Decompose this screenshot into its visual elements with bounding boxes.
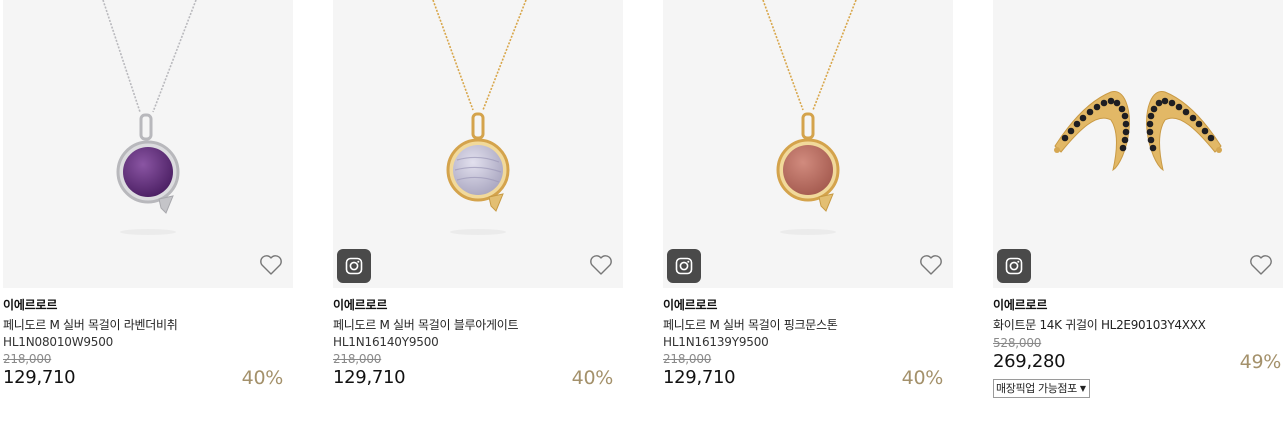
product-image[interactable]	[993, 0, 1283, 288]
product-image[interactable]	[663, 0, 953, 288]
product-name[interactable]: 페니도르 M 실버 목걸이 라벤더비취	[3, 317, 293, 333]
instagram-badge[interactable]	[997, 249, 1031, 283]
discount-rate: 49%	[1239, 351, 1282, 373]
discount-rate: 40%	[571, 367, 614, 389]
product-card[interactable]: 이에르로르 페니도르 M 실버 목걸이 라벤더비취 HL1N08010W9500…	[3, 0, 293, 389]
discount-rate: 40%	[241, 367, 284, 389]
product-name[interactable]: 페니도르 M 실버 목걸이 핑크문스톤	[663, 317, 953, 333]
heart-icon[interactable]	[259, 254, 283, 276]
sale-price: 129,710	[663, 367, 736, 388]
price-row: 129,710 40%	[3, 367, 293, 389]
caret-down-icon: ▼	[1079, 384, 1086, 393]
product-image[interactable]	[333, 0, 623, 288]
original-price: 218,000	[3, 352, 52, 366]
product-name[interactable]: 페니도르 M 실버 목걸이 블루아게이트	[333, 317, 623, 333]
necklace-gold-pink-moonstone-image	[762, 0, 857, 235]
discount-rate: 40%	[901, 367, 944, 389]
heart-icon[interactable]	[1249, 254, 1273, 276]
sale-price: 129,710	[333, 367, 406, 388]
product-code: HL1N16140Y9500	[333, 335, 439, 349]
heart-icon[interactable]	[589, 254, 613, 276]
sale-price: 129,710	[3, 367, 76, 388]
product-card[interactable]: 이에르로르 페니도르 M 실버 목걸이 핑크문스톤 HL1N16139Y9500…	[663, 0, 953, 389]
price-row: 269,280 49%	[993, 351, 1283, 373]
original-price: 528,000	[993, 336, 1042, 350]
original-price: 218,000	[663, 352, 712, 366]
price-row: 129,710 40%	[333, 367, 623, 389]
product-brand: 이에르로르	[663, 298, 718, 312]
store-pickup-label: 매장픽업 가능점포	[996, 382, 1077, 395]
product-code: HL1N08010W9500	[3, 335, 114, 349]
product-image[interactable]	[3, 0, 293, 288]
price-row: 129,710 40%	[663, 367, 953, 389]
product-card[interactable]: 이에르로르 페니도르 M 실버 목걸이 블루아게이트 HL1N16140Y950…	[333, 0, 623, 389]
product-grid: 이에르로르 페니도르 M 실버 목걸이 라벤더비취 HL1N08010W9500…	[0, 0, 1287, 428]
instagram-badge[interactable]	[337, 249, 371, 283]
instagram-badge[interactable]	[667, 249, 701, 283]
product-code: HL1N16139Y9500	[663, 335, 769, 349]
heart-icon[interactable]	[919, 254, 943, 276]
store-pickup-dropdown[interactable]: 매장픽업 가능점포 ▼	[993, 379, 1090, 398]
original-price: 218,000	[333, 352, 382, 366]
product-brand: 이에르로르	[993, 298, 1048, 312]
instagram-icon	[675, 257, 693, 275]
product-brand: 이에르로르	[3, 298, 58, 312]
product-name[interactable]: 화이트문 14K 귀걸이 HL2E90103Y4XXX	[993, 317, 1283, 333]
sale-price: 269,280	[993, 351, 1066, 372]
instagram-icon	[345, 257, 363, 275]
necklace-silver-lavender-image	[102, 0, 197, 235]
necklace-gold-blue-agate-image	[432, 0, 527, 235]
product-brand: 이에르로르	[333, 298, 388, 312]
instagram-icon	[1005, 257, 1023, 275]
product-card[interactable]: 이에르로르 화이트문 14K 귀걸이 HL2E90103Y4XXX 528,00…	[993, 0, 1283, 398]
earrings-gold-black-stone-image	[1054, 91, 1222, 172]
